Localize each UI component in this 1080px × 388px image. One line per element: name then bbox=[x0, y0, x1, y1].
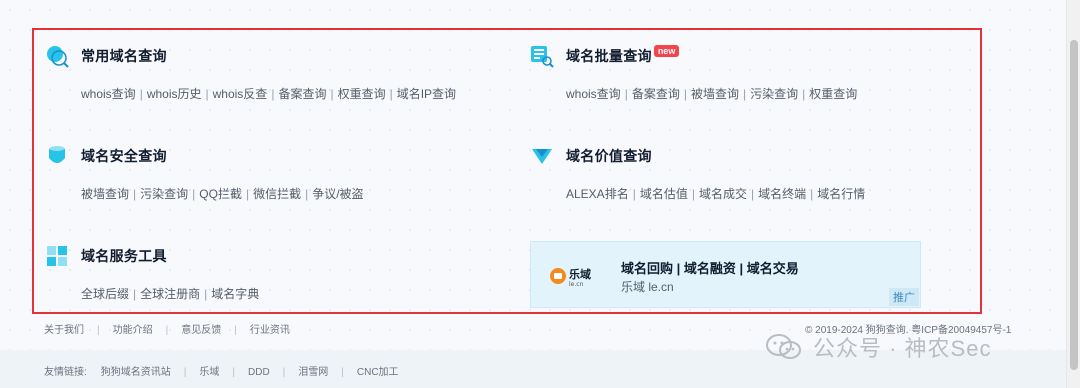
card-security-query: 域名安全查询 被墙查询 | 污染查询 | QQ拦截 | 微信拦截 | 争议/被盗 bbox=[45, 144, 364, 202]
search-globe-icon bbox=[45, 44, 69, 68]
ad-tag: 推广 bbox=[889, 288, 919, 306]
link-blocked[interactable]: 被墙查询 bbox=[81, 187, 129, 201]
link-alexa[interactable]: ALEXA排名 bbox=[566, 187, 629, 201]
card-title[interactable]: 域名批量查询 bbox=[566, 46, 652, 66]
link-qq-block[interactable]: QQ拦截 bbox=[199, 187, 242, 201]
link-wechat-block[interactable]: 微信拦截 bbox=[253, 187, 301, 201]
friend-links: 友情链接: 狗狗域名资讯站 | 乐域 | DDD | 泪雪网 | CNC加工 bbox=[44, 367, 399, 378]
friend-link[interactable]: 乐域 bbox=[199, 367, 219, 378]
card-title[interactable]: 域名服务工具 bbox=[81, 246, 167, 266]
logo-text: 乐域 bbox=[569, 267, 591, 281]
footer-link-news[interactable]: 行业资讯 bbox=[250, 325, 290, 336]
wechat-icon bbox=[765, 333, 803, 361]
shield-icon bbox=[45, 144, 69, 168]
link-weight[interactable]: 权重查询 bbox=[338, 87, 386, 101]
link-registrars[interactable]: 全球注册商 bbox=[140, 287, 200, 301]
grid-tools-icon bbox=[45, 244, 69, 268]
link-market[interactable]: 域名行情 bbox=[817, 187, 865, 201]
link-list: whois查询 | 备案查询 | 被墙查询 | 污染查询 | 权重查询 bbox=[566, 87, 858, 101]
friend-link[interactable]: 狗狗域名资讯站 bbox=[101, 367, 171, 378]
card-title[interactable]: 常用域名查询 bbox=[81, 46, 167, 66]
link-global-suffix[interactable]: 全球后缀 bbox=[81, 287, 129, 301]
footer-link-features[interactable]: 功能介绍 bbox=[113, 325, 153, 336]
logo-sub: le.cn bbox=[569, 281, 584, 288]
friend-link[interactable]: 泪雪网 bbox=[298, 367, 328, 378]
friend-link[interactable]: DDD bbox=[248, 367, 270, 378]
link-icp[interactable]: 备案查询 bbox=[278, 87, 326, 101]
card-title[interactable]: 域名安全查询 bbox=[81, 146, 167, 166]
leyu-logo: le.cn 乐域 le.cn bbox=[549, 264, 605, 288]
promo-headline[interactable]: 域名回购 | 域名融资 | 域名交易 bbox=[621, 258, 799, 277]
footer-link-about[interactable]: 关于我们 bbox=[44, 325, 84, 336]
link-deals[interactable]: 域名成交 bbox=[699, 187, 747, 201]
link-list: whois查询 | whois历史 | whois反查 | 备案查询 | 权重查询 | 域名IP查询 bbox=[81, 87, 457, 101]
link-polluted[interactable]: 污染查询 bbox=[750, 87, 798, 101]
link-whois-reverse[interactable]: whois反查 bbox=[213, 87, 268, 101]
link-polluted[interactable]: 污染查询 bbox=[140, 187, 188, 201]
card-batch-query: 域名批量查询 new whois查询 | 备案查询 | 被墙查询 | 污染查询 | 权重查询 bbox=[530, 44, 857, 102]
link-icp[interactable]: 备案查询 bbox=[632, 87, 680, 101]
batch-list-icon bbox=[530, 44, 554, 68]
link-list: 被墙查询 | 污染查询 | QQ拦截 | 微信拦截 | 争议/被盗 bbox=[81, 187, 364, 201]
card-title[interactable]: 域名价值查询 bbox=[566, 146, 652, 166]
promo-banner[interactable]: le.cn 乐域 le.cn 域名回购 | 域名融资 | 域名交易 乐域 le.… bbox=[530, 241, 921, 308]
friend-link[interactable]: CNC加工 bbox=[357, 367, 399, 378]
link-dictionary[interactable]: 域名字典 bbox=[211, 287, 259, 301]
link-weight[interactable]: 权重查询 bbox=[809, 87, 857, 101]
footer-nav: 关于我们 | 功能介绍 | 意见反馈 | 行业资讯 bbox=[44, 325, 290, 336]
link-valuation[interactable]: 域名估值 bbox=[640, 187, 688, 201]
wechat-watermark: 公众号 · 神农Sec bbox=[765, 331, 991, 363]
link-dispute[interactable]: 争议/被盗 bbox=[312, 187, 363, 201]
card-service-tools: 域名服务工具 全球后缀 | 全球注册商 | 域名字典 bbox=[45, 244, 259, 302]
link-whois-history[interactable]: whois历史 bbox=[147, 87, 202, 101]
link-list: 全球后缀 | 全球注册商 | 域名字典 bbox=[81, 287, 260, 301]
link-whois[interactable]: whois查询 bbox=[566, 87, 621, 101]
link-list: ALEXA排名 | 域名估值 | 域名成交 | 域名终端 | 域名行情 bbox=[566, 187, 866, 201]
watermark-text: 公众号 · 神农Sec bbox=[813, 336, 992, 361]
link-end-user[interactable]: 域名终端 bbox=[758, 187, 806, 201]
friend-links-label: 友情链接: bbox=[44, 367, 87, 378]
new-badge: new bbox=[653, 45, 680, 57]
link-whois[interactable]: whois查询 bbox=[81, 87, 136, 101]
scrollbar-thumb[interactable] bbox=[1070, 40, 1078, 370]
link-domain-ip[interactable]: 域名IP查询 bbox=[397, 87, 456, 101]
link-blocked[interactable]: 被墙查询 bbox=[691, 87, 739, 101]
diamond-icon bbox=[530, 144, 554, 168]
promo-subtitle: 乐域 le.cn bbox=[621, 280, 674, 294]
vertical-scrollbar[interactable] bbox=[1066, 0, 1080, 388]
card-common-query: 常用域名查询 whois查询 | whois历史 | whois反查 | 备案查询 | 权重查询… bbox=[45, 44, 456, 102]
card-value-query: 域名价值查询 ALEXA排名 | 域名估值 | 域名成交 | 域名终端 | 域名行情 bbox=[530, 144, 865, 202]
footer-link-feedback[interactable]: 意见反馈 bbox=[181, 325, 221, 336]
